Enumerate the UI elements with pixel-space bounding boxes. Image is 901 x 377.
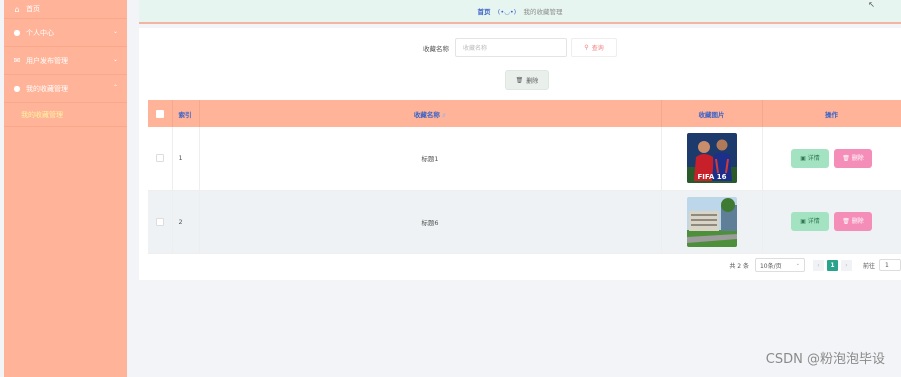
search-bar: 收藏名称 收藏名称 ⚲ 查询 xyxy=(139,38,901,57)
search-input[interactable]: 收藏名称 xyxy=(455,38,567,57)
user-icon: ● xyxy=(13,84,21,93)
row-actions: ▣ 详情 🗑 删除 xyxy=(762,127,901,191)
breadcrumb-current: 我的收藏管理 xyxy=(523,8,563,16)
detail-button[interactable]: ▣ 详情 xyxy=(791,212,829,231)
sidebar: ⌂ 首页 ● 个人中心 ⌄ ✉ 用户发布管理 ⌄ ● 我的收藏管理 ⌃ 我的收藏… xyxy=(4,0,127,377)
detail-button[interactable]: ▣ 详情 xyxy=(791,148,829,168)
sidebar-item-label: 用户发布管理 xyxy=(26,56,68,65)
detail-icon: ▣ xyxy=(800,218,806,225)
batch-delete-button[interactable]: 🗑 删除 xyxy=(505,70,549,90)
delete-label: 删除 xyxy=(851,154,864,162)
top-bar: 首页 (•◡•) 我的收藏管理 ↖ xyxy=(139,0,901,24)
row-index: 2 xyxy=(172,190,200,254)
row-select-cell xyxy=(148,190,173,254)
trash-icon: 🗑 xyxy=(842,154,850,162)
row-select-cell xyxy=(148,127,173,191)
sidebar-item-home[interactable]: ⌂ 首页 xyxy=(4,0,127,19)
header-name[interactable]: 收藏名称 ⇵ xyxy=(199,100,662,127)
detail-icon: ▣ xyxy=(800,154,806,162)
delete-button[interactable]: 🗑 删除 xyxy=(834,212,872,231)
search-label: 收藏名称 xyxy=(423,44,449,53)
user-icon: ● xyxy=(13,28,21,37)
table-row: 1 标题1 FIFA 16 ▣ 详情 🗑 删除 xyxy=(148,127,901,191)
page-number-current[interactable]: 1 xyxy=(826,259,838,271)
delete-button[interactable]: 🗑 删除 xyxy=(834,148,872,168)
chevron-up-icon: ⌃ xyxy=(112,84,118,91)
breadcrumb-home[interactable]: 首页 xyxy=(478,8,491,16)
sidebar-item-label: 首页 xyxy=(26,5,40,13)
mail-icon: ✉ xyxy=(13,56,21,65)
search-button[interactable]: ⚲ 查询 xyxy=(571,38,617,57)
row-name: 标题6 xyxy=(199,190,662,254)
page-size-value: 10条/页 xyxy=(759,262,782,270)
detail-label: 详情 xyxy=(807,154,820,162)
header-actions: 操作 xyxy=(762,100,901,127)
pagination: 共 2 条 10条/页 ⌄ ‹ 1 › 前往 1 xyxy=(729,258,901,272)
sidebar-item-personal-center[interactable]: ● 个人中心 ⌄ xyxy=(4,19,127,47)
favorite-image[interactable] xyxy=(686,196,737,247)
watermark: CSDN @粉泡泡毕设 xyxy=(765,352,885,367)
search-icon: ⚲ xyxy=(584,44,589,51)
goto-label: 前往 xyxy=(862,262,875,270)
chevron-down-icon: ⌄ xyxy=(795,261,800,267)
header-index: 索引 xyxy=(172,100,200,127)
row-actions: ▣ 详情 🗑 删除 xyxy=(762,190,901,254)
search-button-label: 查询 xyxy=(591,45,604,52)
select-all-checkbox[interactable] xyxy=(155,109,164,118)
sort-icon[interactable]: ⇵ xyxy=(442,113,446,119)
breadcrumb: 首页 (•◡•) 我的收藏管理 xyxy=(478,6,563,16)
row-name: 标题1 xyxy=(199,127,662,191)
row-index: 1 xyxy=(172,127,200,191)
prev-page-button[interactable]: ‹ xyxy=(812,259,824,271)
home-icon: ⌂ xyxy=(14,4,20,14)
sidebar-subitem-my-favorites[interactable]: 我的收藏管理 xyxy=(4,103,127,127)
batch-delete-label: 删除 xyxy=(526,77,539,85)
main-panel: 收藏名称 收藏名称 ⚲ 查询 🗑 删除 索引 收藏名称 ⇵ 收藏图片 操作 1 … xyxy=(139,28,901,280)
chevron-down-icon: ⌄ xyxy=(112,28,118,35)
favorites-table: 索引 收藏名称 ⇵ 收藏图片 操作 1 标题1 FIFA 16 ▣ 详情 🗑 删… xyxy=(148,100,901,254)
row-image-cell: FIFA 16 xyxy=(661,127,763,191)
breadcrumb-separator: (•◡•) xyxy=(497,8,517,16)
row-image-cell xyxy=(661,190,763,254)
header-image: 收藏图片 xyxy=(661,100,763,127)
favorite-image[interactable]: FIFA 16 xyxy=(686,133,737,184)
sidebar-item-label: 我的收藏管理 xyxy=(26,84,68,93)
next-page-button[interactable]: › xyxy=(840,259,852,271)
sidebar-item-my-favorites[interactable]: ● 我的收藏管理 ⌃ xyxy=(4,75,127,103)
sidebar-subitem-label: 我的收藏管理 xyxy=(21,110,63,119)
delete-label: 删除 xyxy=(851,218,864,225)
header-name-label: 收藏名称 xyxy=(413,110,440,119)
row-checkbox[interactable] xyxy=(155,154,164,163)
goto-page-input[interactable]: 1 xyxy=(879,259,901,271)
select-all-header xyxy=(148,100,173,127)
sidebar-item-user-posts[interactable]: ✉ 用户发布管理 ⌄ xyxy=(4,47,127,75)
page-size-select[interactable]: 10条/页 ⌄ xyxy=(754,258,805,272)
pagination-total: 共 2 条 xyxy=(729,262,749,270)
detail-label: 详情 xyxy=(807,218,820,225)
trash-icon: 🗑 xyxy=(842,218,850,225)
cursor-icon: ↖ xyxy=(868,0,875,9)
row-checkbox[interactable] xyxy=(155,217,164,226)
table-header-row: 索引 收藏名称 ⇵ 收藏图片 操作 xyxy=(148,100,901,127)
chevron-down-icon: ⌄ xyxy=(112,56,118,63)
trash-icon: 🗑 xyxy=(515,76,524,84)
svg-text:FIFA 16: FIFA 16 xyxy=(697,173,726,181)
table-row: 2 标题6 ▣ 详情 🗑 删除 xyxy=(148,190,901,254)
sidebar-item-label: 个人中心 xyxy=(26,28,54,37)
